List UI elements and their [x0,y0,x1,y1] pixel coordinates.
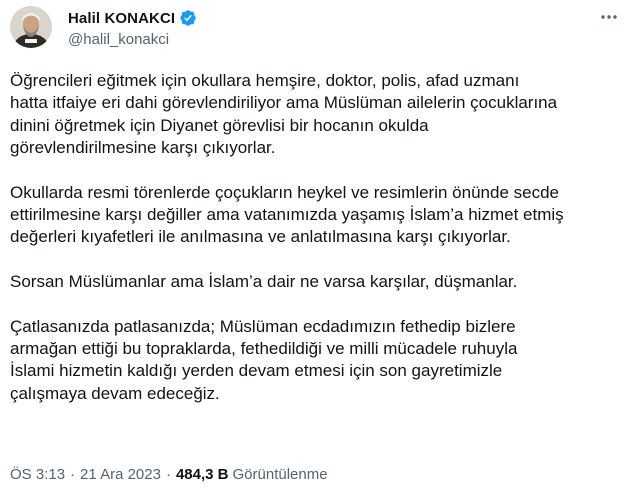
tweet-line: ettirilmesine karşı değiller ama vatanım… [10,204,564,224]
avatar[interactable] [10,6,52,48]
tweet-line: Çatlasanızda patlasanızda; Müslüman ecda… [10,316,516,336]
tweet-line: değerleri kıyafetleri ile anılmasına ve … [10,227,511,247]
tweet-line: görevlendirilmesine karşı çıkıyorlar. [10,137,276,157]
tweet-header: Halil KONAKCI @halil_konakci [10,6,622,52]
author-name-row: Halil KONAKCI [68,8,197,28]
tweet-line: Sorsan Müslümanlar ama İslam’a dair ne v… [10,272,518,292]
tweet-paragraph: Sorsan Müslümanlar ama İslam’a dair ne v… [10,271,622,293]
tweet-paragraph: Öğrencileri eğitmek için okullara hemşir… [10,70,622,159]
tweet-text: Öğrencileri eğitmek için okullara hemşir… [10,70,622,405]
tweet-paragraph: Çatlasanızda patlasanızda; Müslüman ecda… [10,316,622,405]
meta-separator: · [165,466,171,483]
tweet-line: dinini öğretmek için Diyanet görevlisi b… [10,115,429,135]
more-options-icon[interactable] [598,6,620,28]
profile-avatar-image [10,6,52,48]
meta-separator: · [70,466,76,483]
tweet-meta: ÖS 3:13 · 21 Ara 2023 · 484,3 B Görüntül… [10,466,328,483]
tweet-card: Halil KONAKCI @halil_konakci Öğrencileri… [0,0,632,495]
tweet-line: çalışmaya devam edeceğiz. [10,383,220,403]
tweet-paragraph: Okullarda resmi törenlerde çoçukların he… [10,182,622,249]
views-label[interactable]: Görüntülenme [233,466,328,483]
author-display-name[interactable]: Halil KONAKCI [68,10,175,27]
author-handle[interactable]: @halil_konakci [68,31,197,48]
tweet-line: İslami hizmetin kaldığı yerden devam etm… [10,361,503,381]
tweet-line: armağan ettiği bu topraklarda, fethedild… [10,339,518,359]
tweet-line: Okullarda resmi törenlerde çoçukların he… [10,182,559,202]
author-names: Halil KONAKCI @halil_konakci [68,8,197,48]
tweet-date[interactable]: 21 Ara 2023 [80,466,161,483]
views-count[interactable]: 484,3 B [176,466,229,483]
tweet-line: hatta itfaiye eri dahi görevlendiriliyor… [10,93,558,113]
tweet-line: Öğrencileri eğitmek için okullara hemşir… [10,71,520,90]
verified-badge-icon [179,9,197,27]
tweet-time[interactable]: ÖS 3:13 [10,466,65,483]
